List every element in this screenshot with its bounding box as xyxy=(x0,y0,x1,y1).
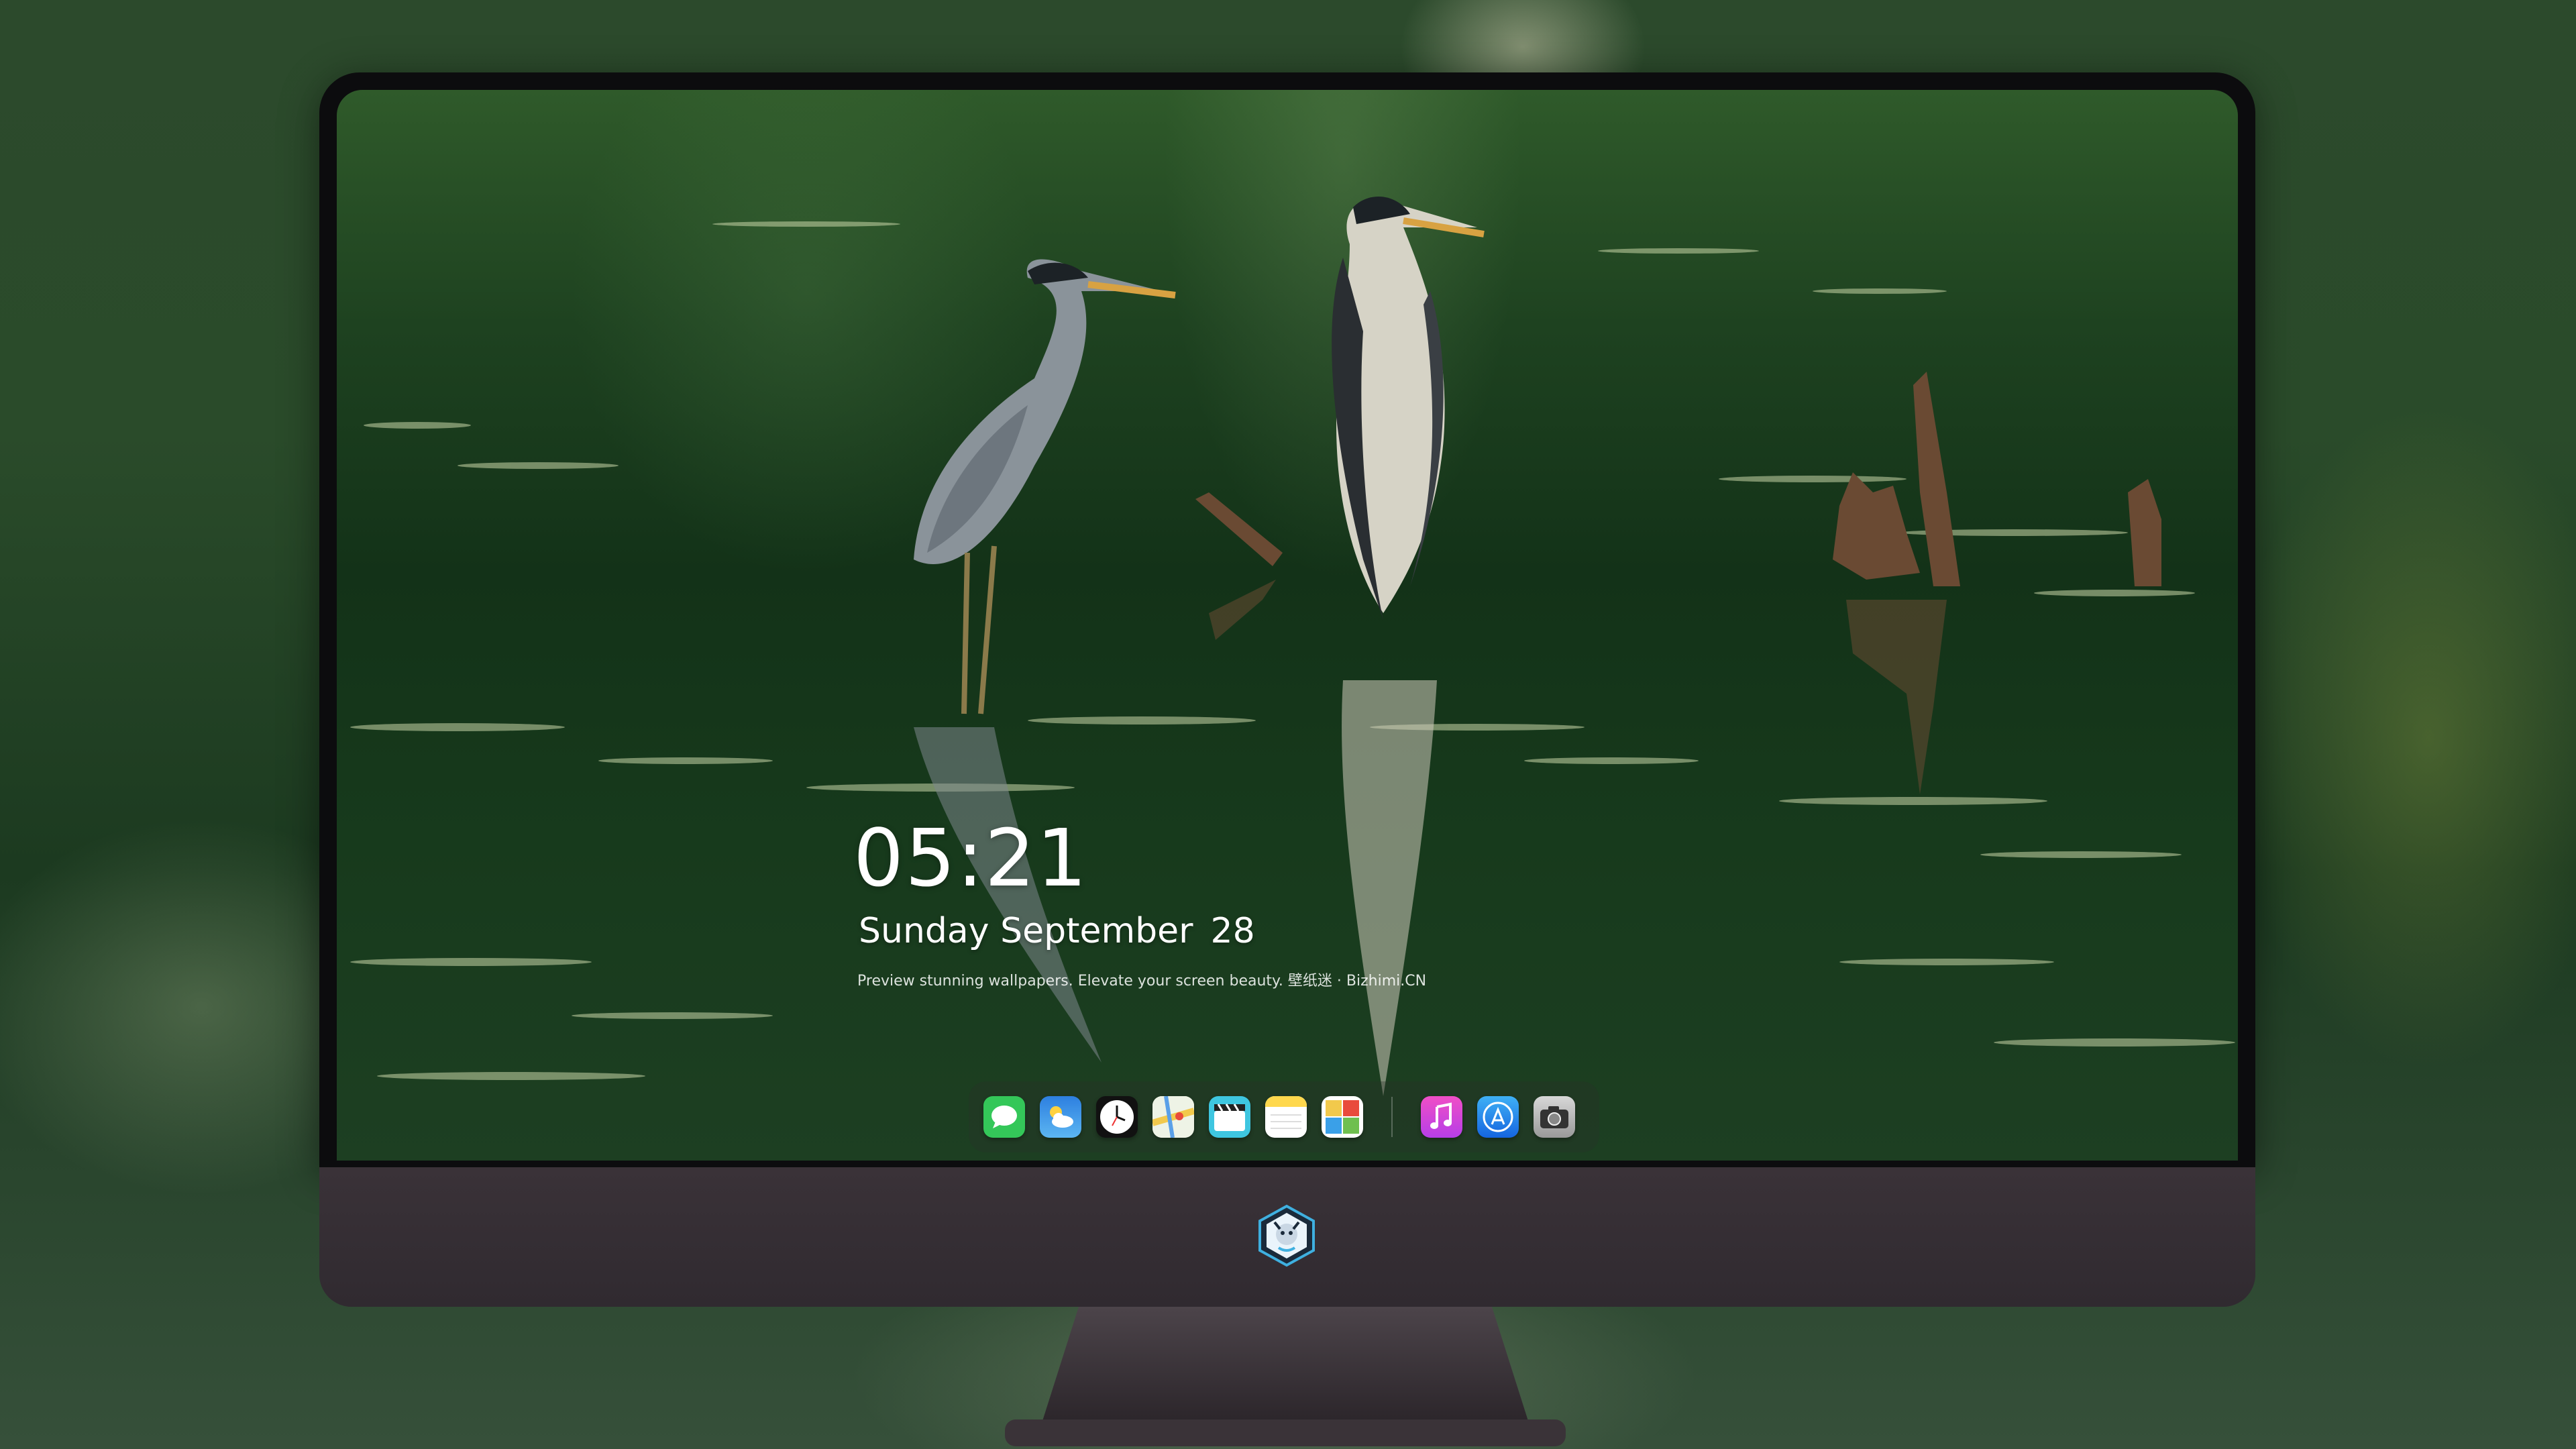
weather-icon[interactable] xyxy=(1040,1096,1081,1138)
camera-icon[interactable] xyxy=(1534,1096,1575,1138)
music-icon[interactable] xyxy=(1421,1096,1462,1138)
messages-icon[interactable] xyxy=(983,1096,1025,1138)
app-store-icon[interactable] xyxy=(1477,1096,1519,1138)
date-text: Sunday September xyxy=(859,911,1193,951)
dock-separator xyxy=(1391,1097,1393,1137)
lock-clock: 05:21 xyxy=(853,812,1089,904)
heron-wallpaper xyxy=(350,196,2235,1096)
monitor-stand xyxy=(1005,1307,1566,1446)
right-heron xyxy=(1332,196,1485,1096)
notes-icon[interactable] xyxy=(1265,1096,1307,1138)
mascot-logo-icon xyxy=(1258,1204,1315,1267)
app-dock xyxy=(969,1081,1599,1152)
wallpaper-tagline: Preview stunning wallpapers. Elevate you… xyxy=(857,973,1427,989)
maps-icon[interactable] xyxy=(1152,1096,1194,1138)
clock-icon[interactable] xyxy=(1096,1096,1138,1138)
clips-icon[interactable] xyxy=(1209,1096,1250,1138)
photos-icon[interactable] xyxy=(1322,1096,1363,1138)
date-day: 28 xyxy=(1210,911,1255,951)
lock-screen: 05:21 Sunday September 28 Preview stunnin… xyxy=(337,90,2238,1161)
lock-date: Sunday September 28 xyxy=(859,914,1255,949)
